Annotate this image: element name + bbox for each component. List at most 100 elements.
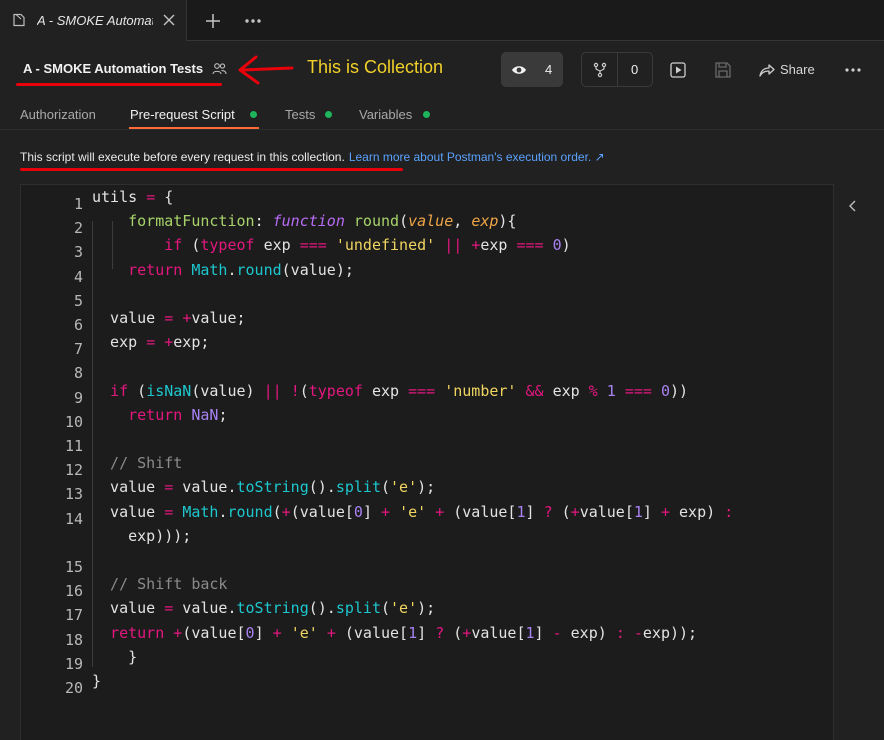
chevron-left-icon[interactable] (846, 199, 860, 213)
run-icon[interactable] (668, 60, 688, 80)
code-line: // Shift (92, 454, 182, 472)
line-number: 5 (73, 292, 83, 310)
code-token: + (281, 503, 291, 521)
code-token: (value[ (290, 503, 354, 521)
code-line: utils = { (92, 188, 173, 206)
code-token: : (254, 212, 273, 230)
code-token: ); (417, 599, 436, 617)
line-number: 20 (64, 679, 83, 697)
code-token: === (408, 382, 436, 400)
tab-authorization[interactable]: Authorization (20, 107, 96, 122)
code-token: + (272, 624, 282, 642)
code-token: && (525, 382, 544, 400)
code-token: return (128, 406, 183, 424)
code-token: value (92, 478, 165, 496)
share-button[interactable]: Share (758, 59, 824, 81)
execution-order-link[interactable]: Learn more about Postman's execution ord… (349, 150, 605, 164)
code-token: ] (417, 624, 436, 642)
save-icon[interactable] (713, 60, 733, 80)
code-token: : (724, 503, 734, 521)
code-token: exp)); (642, 624, 698, 642)
code-token: toString (236, 478, 309, 496)
code-token: 'e' (399, 503, 427, 521)
code-token: 1 (633, 503, 643, 521)
code-token: split (335, 599, 381, 617)
code-token: + (570, 503, 580, 521)
info-text: This script will execute before every re… (20, 150, 345, 164)
line-number: 15 (64, 558, 83, 576)
code-token: || (444, 236, 463, 254)
code-token: ) (561, 236, 571, 254)
code-token: { (155, 188, 174, 206)
tab-collection[interactable]: A - SMOKE Automation Tests (0, 0, 187, 41)
code-token: split (335, 478, 381, 496)
fork-button[interactable]: 0 (581, 52, 653, 87)
line-number: 13 (64, 485, 83, 503)
script-info: This script will execute before every re… (20, 150, 605, 164)
watch-button[interactable]: 4 (501, 52, 563, 87)
code-token: ? (543, 503, 553, 521)
collection-name[interactable]: A - SMOKE Automation Tests (23, 61, 203, 76)
code-token: (). (308, 599, 336, 617)
code-token: value (92, 503, 165, 521)
code-token: ( (399, 212, 409, 230)
tab-pre-request-script[interactable]: Pre-request Script (130, 107, 235, 122)
code-token: (value[ (444, 503, 517, 521)
line-number: 18 (64, 631, 83, 649)
code-token: exp))); (92, 527, 192, 545)
subtab-divider (0, 129, 884, 130)
code-token: exp (480, 236, 517, 254)
code-line: value = Math.round(+(value[0] + 'e' + (v… (92, 503, 733, 521)
code-token: exp; (173, 333, 210, 351)
code-line: if (isNaN(value) || !(typeof exp === 'nu… (92, 382, 688, 400)
code-token: (value); (281, 261, 354, 279)
code-token: (value[ (182, 624, 246, 642)
code-token: exp (92, 333, 147, 351)
annotation-arrow-icon (238, 55, 294, 85)
code-token: value. (173, 599, 237, 617)
code-token: value (408, 212, 454, 230)
close-icon[interactable] (160, 11, 178, 29)
line-number: 14 (64, 510, 83, 528)
tab-variables[interactable]: Variables (359, 107, 412, 122)
code-token: ( (272, 503, 282, 521)
code-token: ( (444, 624, 463, 642)
code-token: ( (128, 382, 147, 400)
share-label: Share (780, 62, 815, 77)
code-token: } (92, 672, 102, 690)
code-token: exp (471, 212, 499, 230)
code-token: 0 (552, 236, 562, 254)
code-token: ( (182, 236, 201, 254)
fork-count: 0 (631, 62, 639, 77)
code-editor[interactable]: 1 2 3 4 5 6 7 8 9 10 11 12 13 14 15 16 17 18 19 20 utils = … (20, 184, 834, 740)
code-token: ( (552, 503, 571, 521)
code-token: exp (254, 236, 300, 254)
line-number: 12 (64, 461, 83, 479)
code-token: = (146, 333, 156, 351)
code-token: + (660, 503, 670, 521)
code-token: // Shift (92, 454, 183, 472)
share-icon (759, 64, 775, 77)
code-token: - (633, 624, 643, 642)
code-token: // Shift back (92, 575, 228, 593)
more-horizontal-icon[interactable] (242, 11, 264, 31)
code-token: )) (670, 382, 689, 400)
line-number-gutter: 1 2 3 4 5 6 7 8 9 10 11 12 13 14 15 16 17 18 19 20 (21, 185, 83, 740)
code-line: if (typeof exp === 'undefined' || +exp =… (92, 236, 571, 254)
tab-tests[interactable]: Tests (285, 107, 315, 122)
code-token: 0 (245, 624, 255, 642)
code-token: ] (525, 503, 544, 521)
plus-icon[interactable] (203, 11, 223, 31)
more-options-icon[interactable] (843, 60, 863, 80)
code-token: (). (308, 478, 336, 496)
code-token: round (353, 212, 400, 230)
line-number: 4 (73, 268, 83, 286)
tab-strip: A - SMOKE Automation Tests (0, 0, 884, 41)
line-number: 19 (64, 655, 83, 673)
